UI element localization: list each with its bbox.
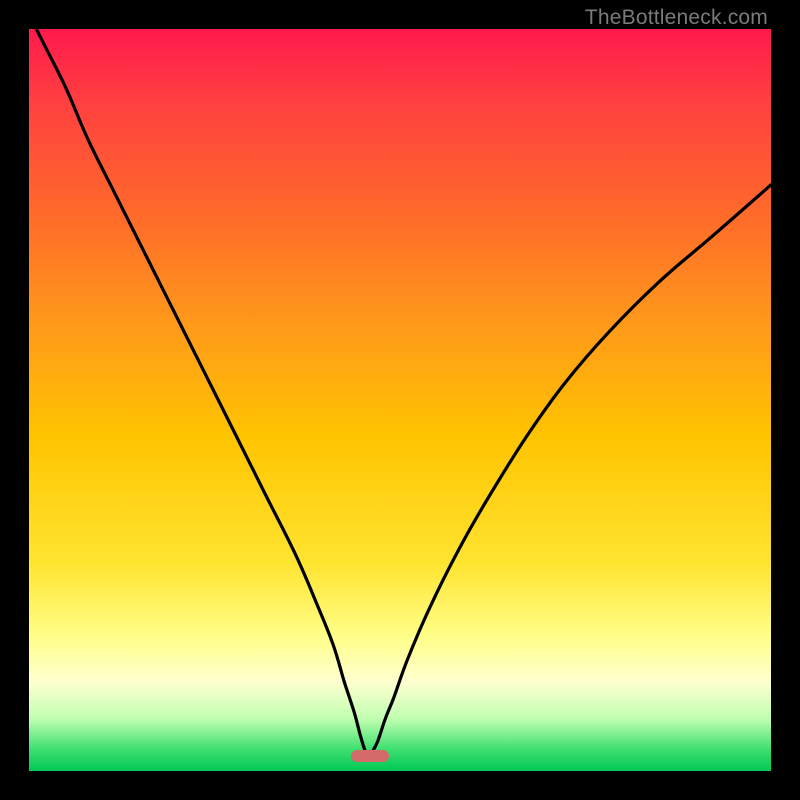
- optimal-marker: [351, 750, 389, 762]
- watermark-text: TheBottleneck.com: [585, 6, 768, 30]
- bottleneck-curve: [29, 29, 771, 756]
- curve-layer: [29, 29, 771, 771]
